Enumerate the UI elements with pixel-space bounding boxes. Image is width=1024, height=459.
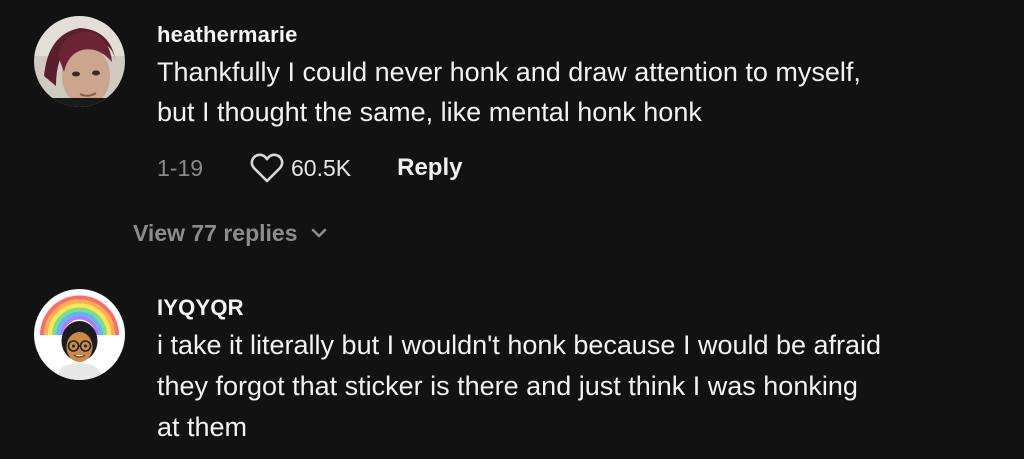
view-replies-label: View 77 replies (133, 219, 298, 246)
like-count: 60.5K (291, 154, 352, 181)
comment-date: 1-19 (157, 154, 204, 181)
comment-username[interactable]: heathermarie (157, 20, 861, 50)
comment-actions: 1-19 60.5K Reply (157, 150, 462, 186)
avatar-photo (34, 16, 125, 107)
reply-button[interactable]: Reply (397, 154, 462, 182)
comment-iyqyqr: IYQYQR i take it literally but I wouldn'… (157, 293, 881, 448)
comment-heathermarie: heathermarie Thankfully I could never ho… (157, 20, 861, 132)
heart-outline-icon (250, 153, 284, 183)
chevron-down-icon (311, 228, 326, 238)
like-button[interactable]: 60.5K (249, 152, 351, 184)
avatar-heathermarie[interactable] (34, 16, 125, 107)
comment-text: Thankfully I could never honk and draw a… (157, 57, 861, 127)
comment-username[interactable]: IYQYQR (157, 293, 881, 323)
comment-text: i take it literally but I wouldn't honk … (157, 330, 882, 442)
avatar-iyqyqr[interactable] (34, 289, 125, 380)
view-replies-button[interactable]: View 77 replies (133, 216, 328, 250)
avatar-bitmoji (34, 289, 125, 380)
